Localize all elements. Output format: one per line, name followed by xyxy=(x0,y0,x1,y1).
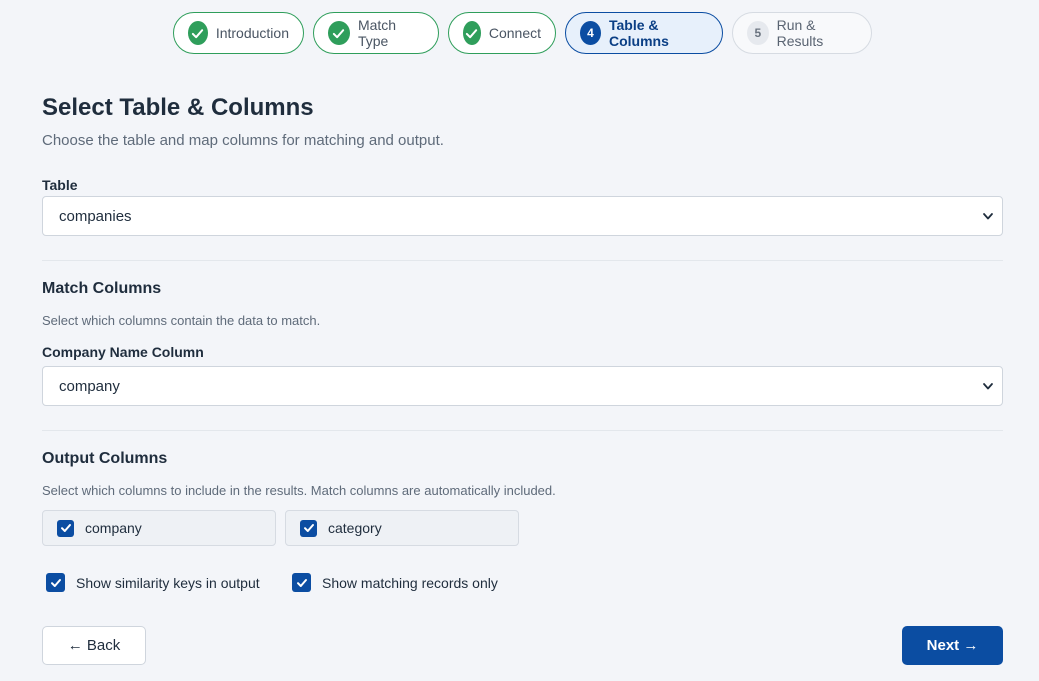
page-subtitle: Choose the table and map columns for mat… xyxy=(42,132,444,149)
output-columns-description: Select which columns to include in the r… xyxy=(42,483,556,498)
step-label: Connect xyxy=(488,25,541,41)
next-button[interactable]: Next → xyxy=(902,626,1003,665)
output-column-label: company xyxy=(85,520,142,536)
chevron-down-icon xyxy=(983,383,993,390)
show-matching-only-label: Show matching records only xyxy=(322,574,498,591)
output-column-company[interactable]: company xyxy=(42,510,276,546)
back-button[interactable]: ← Back xyxy=(42,626,146,665)
section-divider xyxy=(42,430,1003,431)
section-divider xyxy=(42,260,1003,261)
output-columns-title: Output Columns xyxy=(42,450,168,467)
company-name-column-value: company xyxy=(59,377,120,395)
company-name-column-label: Company Name Column xyxy=(42,344,204,360)
table-select-value: companies xyxy=(59,207,132,225)
check-icon xyxy=(463,21,481,45)
check-icon xyxy=(328,21,350,45)
company-name-column-select[interactable]: company xyxy=(42,366,1003,406)
chevron-down-icon xyxy=(983,213,993,220)
step-number-badge: 5 xyxy=(747,21,769,45)
wizard-stepper: Introduction Match Type Connect 4 Table … xyxy=(173,12,872,54)
step-label: Table & Columns xyxy=(608,17,669,49)
step-number-badge: 4 xyxy=(580,21,601,45)
show-matching-only-option[interactable]: Show matching records only xyxy=(292,573,498,592)
table-select[interactable]: companies xyxy=(42,196,1003,236)
step-run-results[interactable]: 5 Run & Results xyxy=(732,12,872,54)
checkbox-checked-icon[interactable] xyxy=(300,519,317,537)
step-introduction[interactable]: Introduction xyxy=(173,12,304,54)
checkbox-checked-icon[interactable] xyxy=(292,573,311,592)
step-label: Match Type xyxy=(357,17,397,49)
show-similarity-keys-option[interactable]: Show similarity keys in output xyxy=(46,573,260,592)
output-column-category[interactable]: category xyxy=(285,510,519,546)
checkbox-checked-icon[interactable] xyxy=(46,573,65,592)
match-columns-description: Select which columns contain the data to… xyxy=(42,313,321,328)
page-title: Select Table & Columns xyxy=(42,94,314,121)
match-columns-title: Match Columns xyxy=(42,280,162,297)
output-column-label: category xyxy=(328,520,382,536)
check-icon xyxy=(188,21,208,45)
step-label: Introduction xyxy=(215,25,289,41)
checkbox-checked-icon[interactable] xyxy=(57,519,74,537)
table-label: Table xyxy=(42,177,78,193)
show-similarity-keys-label: Show similarity keys in output xyxy=(76,574,260,591)
step-connect[interactable]: Connect xyxy=(448,12,556,54)
step-table-columns[interactable]: 4 Table & Columns xyxy=(565,12,723,54)
step-match-type[interactable]: Match Type xyxy=(313,12,439,54)
step-label: Run & Results xyxy=(776,17,824,49)
